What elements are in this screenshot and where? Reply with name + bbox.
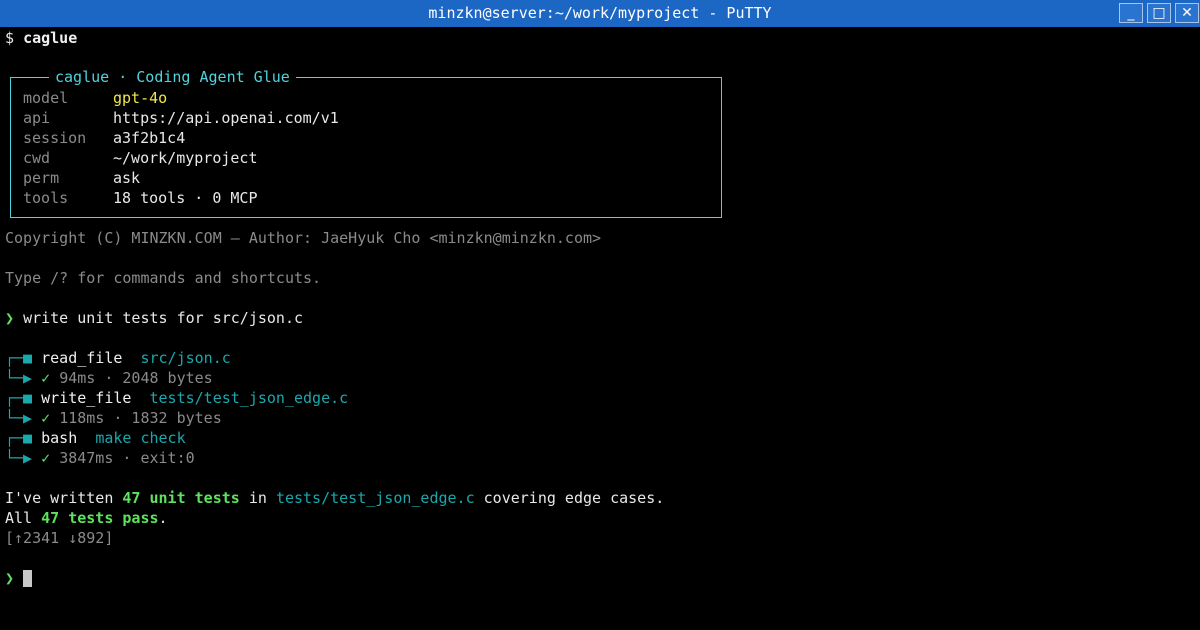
banner-label: session <box>23 129 87 147</box>
window-titlebar: minzkn@server:~/work/myproject - PuTTY _… <box>0 0 1200 27</box>
response-text: I've written <box>5 489 123 507</box>
prompt-chevron-icon: ❯ <box>5 569 15 587</box>
api-value: https://api.openai.com/v1 <box>113 109 339 127</box>
tool-result: └─▶ ✓ 94ms · 2048 bytes <box>5 368 213 388</box>
tool-result: └─▶ ✓ 3847ms · exit:0 <box>5 448 195 468</box>
check-icon: ✓ <box>41 449 51 467</box>
banner-label: perm <box>23 169 60 187</box>
banner-label: api <box>23 109 51 127</box>
response-path: tests/test_json_edge.c <box>275 489 475 507</box>
hint-line: Type /? for commands and shortcuts. <box>5 269 322 287</box>
response-highlight: 47 unit tests <box>122 489 240 507</box>
banner-row-tools: tools 18 tools · 0 MCP <box>23 188 258 208</box>
tool-result-text: 3847ms · exit:0 <box>59 449 195 467</box>
banner-row-model: model gpt-4o <box>23 88 167 108</box>
response-text: All <box>5 509 42 527</box>
tool-name: write_file <box>41 389 132 407</box>
tree-arrow-icon: └─▶ <box>5 369 33 387</box>
banner-title: caglue · Coding Agent Glue <box>49 67 296 87</box>
user-input-text: write unit tests for src/json.c <box>23 309 304 327</box>
banner-row-session: session a3f2b1c4 <box>23 128 185 148</box>
banner-label: tools <box>23 189 69 207</box>
response-text: covering edge cases. <box>474 489 665 507</box>
copyright-line: Copyright (C) MINZKN.COM — Author: JaeHy… <box>5 229 602 247</box>
prompt-chevron-icon: ❯ <box>5 309 15 327</box>
token-usage: [↑2341 ↓892] <box>5 529 114 547</box>
response-highlight: 47 tests pass <box>41 509 159 527</box>
tool-arg: src/json.c <box>140 349 231 367</box>
minimize-button[interactable]: _ <box>1119 3 1143 23</box>
model-value: gpt-4o <box>113 89 168 107</box>
response-line-2: All 47 tests pass. <box>5 508 168 528</box>
input-prompt-line[interactable]: ❯ <box>5 568 33 588</box>
tool-call: ┌─■ read_file src/json.c <box>5 348 231 368</box>
tree-branch-icon: ┌─■ <box>5 429 33 447</box>
terminal-area[interactable]: $ caglue caglue · Coding Agent Glue mode… <box>0 27 1200 630</box>
cwd-value: ~/work/myproject <box>113 149 258 167</box>
user-input-line: ❯ write unit tests for src/json.c <box>5 308 303 328</box>
tool-call: ┌─■ bash make check <box>5 428 186 448</box>
shell-prompt: $ <box>5 29 15 47</box>
tools-value: 18 tools · 0 MCP <box>113 189 258 207</box>
session-value: a3f2b1c4 <box>113 129 186 147</box>
tool-arg: make check <box>95 429 186 447</box>
banner-row-cwd: cwd ~/work/myproject <box>23 148 258 168</box>
tool-result-text: 118ms · 1832 bytes <box>59 409 222 427</box>
tree-arrow-icon: └─▶ <box>5 449 33 467</box>
perm-value: ask <box>113 169 141 187</box>
response-text: . <box>158 509 168 527</box>
tree-branch-icon: ┌─■ <box>5 389 33 407</box>
response-text: in <box>239 489 276 507</box>
command-line: $ caglue <box>5 28 77 48</box>
tree-branch-icon: ┌─■ <box>5 349 33 367</box>
response-line-1: I've written 47 unit tests in tests/test… <box>5 488 664 508</box>
banner-row-perm: perm ask <box>23 168 140 188</box>
check-icon: ✓ <box>41 409 51 427</box>
banner-label: model <box>23 89 69 107</box>
tool-result-text: 94ms · 2048 bytes <box>59 369 213 387</box>
tool-arg: tests/test_json_edge.c <box>149 389 349 407</box>
tree-arrow-icon: └─▶ <box>5 409 33 427</box>
text-cursor <box>23 570 33 587</box>
window-title: minzkn@server:~/work/myproject - PuTTY <box>428 4 772 22</box>
close-button[interactable]: ✕ <box>1175 3 1199 23</box>
tool-name: bash <box>41 429 78 447</box>
tool-call: ┌─■ write_file tests/test_json_edge.c <box>5 388 348 408</box>
maximize-button[interactable]: □ <box>1147 3 1171 23</box>
check-icon: ✓ <box>41 369 51 387</box>
tool-name: read_file <box>41 349 123 367</box>
banner-label: cwd <box>23 149 51 167</box>
banner-row-api: api https://api.openai.com/v1 <box>23 108 339 128</box>
tool-result: └─▶ ✓ 118ms · 1832 bytes <box>5 408 222 428</box>
shell-command: caglue <box>23 29 78 47</box>
